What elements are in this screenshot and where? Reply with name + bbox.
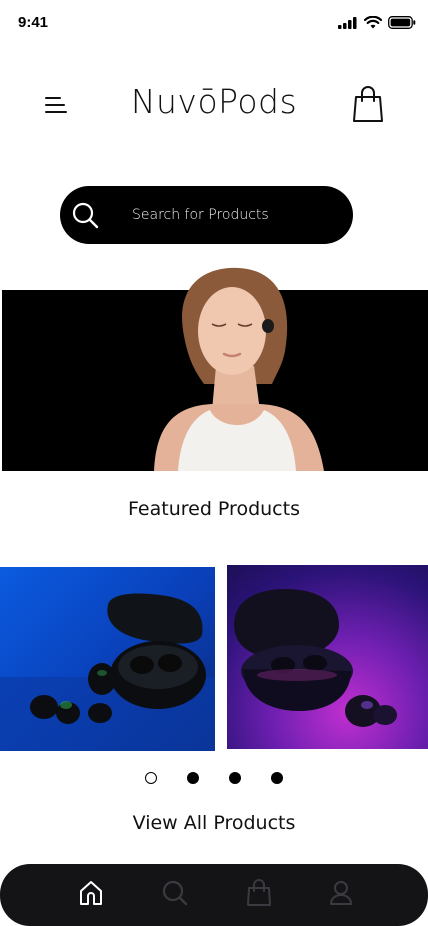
product-slide[interactable]: [0, 567, 215, 751]
status-time: 9:41: [18, 14, 49, 31]
carousel-dot[interactable]: [229, 772, 241, 784]
tab-home[interactable]: [76, 878, 106, 908]
search-icon: [162, 880, 188, 906]
bag-icon: [247, 879, 271, 906]
tab-profile[interactable]: [326, 878, 356, 908]
view-all-products-link[interactable]: View All Products: [0, 812, 428, 834]
search-input[interactable]: [132, 200, 332, 230]
wifi-icon: [364, 16, 382, 29]
bottom-tab-bar: [0, 864, 428, 926]
product-carousel[interactable]: [0, 565, 428, 751]
search-bar[interactable]: [60, 186, 353, 244]
hero-model-image: [154, 267, 324, 471]
cart-button[interactable]: [350, 84, 386, 124]
hero-banner: [2, 267, 428, 471]
tab-cart[interactable]: [244, 878, 274, 908]
carousel-dot[interactable]: [271, 772, 283, 784]
battery-icon: [388, 16, 416, 29]
product-slide[interactable]: [227, 565, 428, 749]
carousel-pagination: [0, 771, 428, 785]
earbuds-case-image: [234, 589, 397, 727]
carousel-dot-active[interactable]: [145, 772, 157, 784]
status-icons: [338, 16, 416, 29]
earbuds-case-image: [0, 593, 215, 751]
shopping-bag-icon: [353, 86, 383, 122]
profile-icon: [330, 881, 352, 905]
carousel-dot[interactable]: [187, 772, 199, 784]
featured-products-heading: Featured Products: [128, 498, 300, 520]
signal-icon: [338, 16, 357, 29]
search-icon: [72, 202, 99, 229]
home-icon: [80, 881, 102, 905]
tab-search[interactable]: [160, 878, 190, 908]
app-header: NuvōPods: [0, 78, 428, 130]
status-bar: 9:41: [0, 0, 428, 44]
